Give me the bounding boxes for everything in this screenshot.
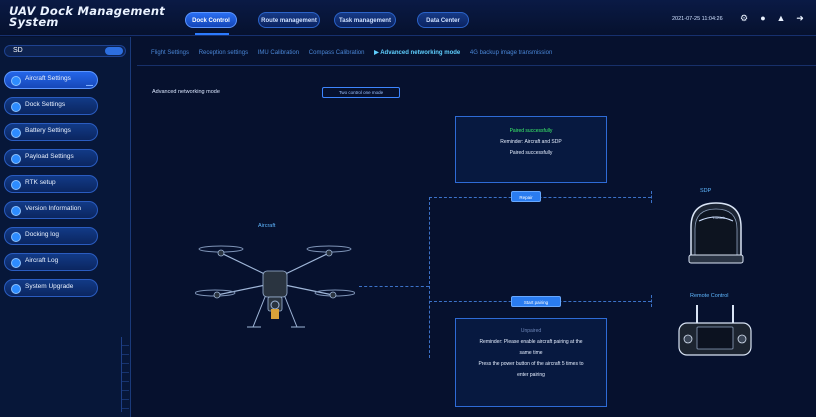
settings-tabs: Flight Settings Reception settings IMU C… [151,49,560,56]
link-line-vertical [429,197,430,358]
tab-flight-settings[interactable]: Flight Settings [151,50,189,56]
device-selector-toggle[interactable] [105,47,123,55]
sidebar-scroll-rail [121,337,129,412]
sidebar-item-label: Dock Settings [25,101,66,108]
tab-imu-calibration[interactable]: IMU Calibration [258,50,299,56]
payload-settings-icon [11,154,21,164]
pairing-reminder-line-3: Press the power button of the aircraft 5… [478,361,584,367]
unpaired-status: Unpaired [520,328,542,334]
tab-reception-settings[interactable]: Reception settings [199,50,248,56]
pairing-reminder-line-4: enter pairing [517,372,545,378]
nav-active-underline [195,33,229,35]
remote-control-label: Remote Control [690,293,729,299]
aircraft-log-icon [11,258,21,268]
dock-device-image: T-Dock [688,202,744,264]
sidebar-item-system-upgrade[interactable]: System Upgrade [4,279,98,297]
version-information-icon [11,206,21,216]
sidebar-item-rtk-setup[interactable]: RTK setup [4,175,98,193]
paired-reminder: Reminder: Aircraft and SDP [500,139,562,145]
paired-status: Paired successfully [509,128,553,134]
sidebar-item-battery-settings[interactable]: Battery Settings [4,123,98,141]
nav-route-management[interactable]: Route management [258,12,320,28]
tab-advanced-networking-mode[interactable]: ▶ Advanced networking mode [374,50,460,56]
link-line-rc-end [651,295,652,307]
sidebar-item-version-information[interactable]: Version Information [4,201,98,219]
sidebar-item-label: Aircraft Log [25,257,59,264]
start-pairing-button[interactable]: Start pairing [511,296,561,307]
paired-result: Paired successfully [509,150,553,156]
battery-settings-icon [11,128,21,138]
aircraft-settings-icon [11,76,21,86]
pairing-reminder-line-1: Reminder: Please enable aircraft pairing… [479,339,583,345]
logo-line-2: System [9,15,59,29]
system-upgrade-icon [11,284,21,294]
datetime-display: 2021-07-25 11:04:26 [672,16,723,22]
rtk-setup-icon [11,180,21,190]
pairing-reminder-line-2: same time [519,350,543,356]
sidebar-item-label: Aircraft Settings [25,75,71,82]
link-line-aircraft [359,286,429,287]
sidebar-item-aircraft-settings[interactable]: Aircraft Settings ▬▬ [4,71,98,89]
notification-bell-icon[interactable]: ● [757,12,769,24]
advanced-networking-label: Advanced networking mode [152,89,220,95]
top-header: UAV Dock Management System Dock Control … [0,0,816,36]
tabs-divider [137,65,816,66]
repair-button[interactable]: Repair [511,191,541,202]
tab-compass-calibration[interactable]: Compass Calibration [309,50,365,56]
sidebar-item-label: RTK setup [25,179,56,186]
tab-advanced-networking-label: Advanced networking mode [380,50,461,56]
device-selector[interactable]: SD [4,45,126,57]
main-panel: Flight Settings Reception settings IMU C… [137,37,816,417]
remote-control-image [678,305,752,356]
sidebar-item-label: Battery Settings [25,127,71,134]
sidebar-item-label: Version Information [25,205,82,212]
aircraft-label: Aircraft [258,223,276,229]
app-logo: UAV Dock Management System [9,5,169,29]
pairing-status-card-sdp: Paired successfully Reminder: Aircraft a… [455,116,607,183]
logout-icon[interactable]: ➜ [794,12,806,24]
sidebar-item-label: System Upgrade [25,283,74,290]
sidebar-item-tag: ▬▬ [86,83,93,87]
pairing-status-card-rc: Unpaired Reminder: Please enable aircraf… [455,318,607,407]
sidebar: SD Aircraft Settings ▬▬ Dock Settings Ba… [0,37,131,417]
device-selector-value: SD [13,47,23,54]
sidebar-item-dock-settings[interactable]: Dock Settings [4,97,98,115]
tab-4g-backup[interactable]: 4G backup image transmission [470,50,552,56]
dock-settings-icon [11,102,21,112]
aircraft-drone-image [195,245,355,328]
sidebar-item-label: Payload Settings [25,153,74,160]
svg-text:T-Dock: T-Dock [712,215,725,220]
user-icon[interactable]: ▲ [775,12,787,24]
docking-log-icon [11,232,21,242]
sidebar-item-label: Docking log [25,231,59,238]
nav-data-center[interactable]: Data Center [417,12,469,28]
sidebar-item-docking-log[interactable]: Docking log [4,227,98,245]
link-line-sdp-end [651,191,652,203]
nav-dock-control[interactable]: Dock Control [185,12,237,28]
nav-task-management[interactable]: Task management [334,12,396,28]
two-control-mode-button[interactable]: Two control one mode [322,87,400,98]
sidebar-item-payload-settings[interactable]: Payload Settings [4,149,98,167]
sdp-label: SDP [700,188,712,194]
settings-gear-icon[interactable]: ⚙ [738,12,750,24]
sidebar-item-aircraft-log[interactable]: Aircraft Log [4,253,98,271]
